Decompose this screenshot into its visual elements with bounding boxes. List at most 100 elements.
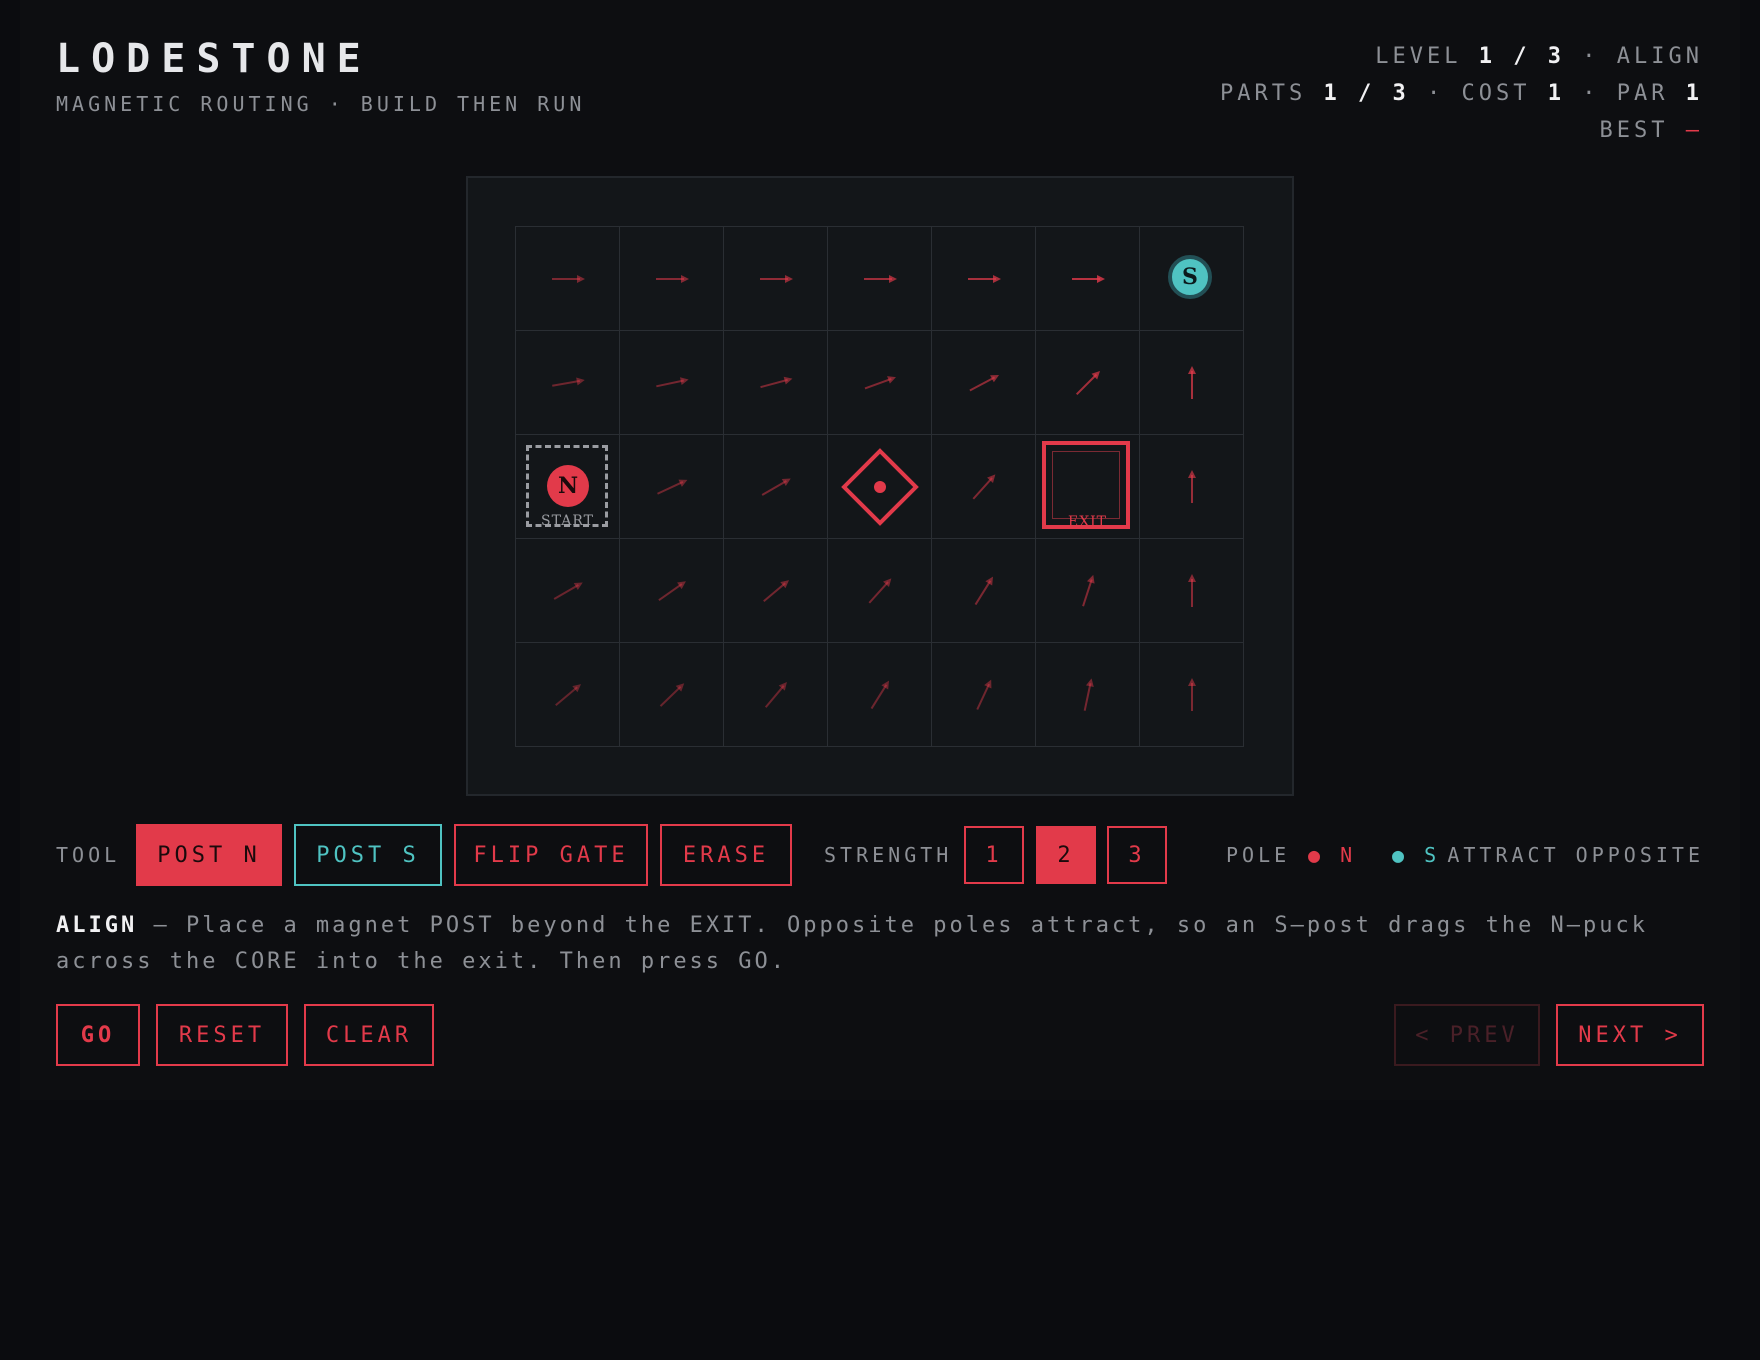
action-row: GO RESET CLEAR < PREV NEXT >: [56, 1004, 1704, 1066]
par-label: PAR: [1616, 81, 1669, 106]
field-arrow-icon: [1075, 370, 1101, 396]
strength-1-button[interactable]: 1: [964, 826, 1024, 884]
board-cell[interactable]: [620, 227, 724, 331]
level-description: ALIGN — Place a magnet POST beyond the E…: [56, 908, 1716, 980]
cost-value: 1: [1547, 81, 1565, 106]
strength-3-button[interactable]: 3: [1107, 826, 1167, 884]
field-arrow-icon: [1188, 574, 1196, 607]
board-cell[interactable]: [724, 643, 828, 747]
go-button[interactable]: GO: [56, 1004, 140, 1066]
field-arrow-icon: [761, 478, 791, 496]
erase-button[interactable]: ERASE: [660, 824, 792, 886]
core-icon: [841, 448, 919, 526]
board-cell[interactable]: [932, 643, 1036, 747]
start-label: START: [541, 513, 594, 529]
board-cell[interactable]: [620, 643, 724, 747]
board-cell[interactable]: [516, 227, 620, 331]
board-cell[interactable]: [828, 539, 932, 643]
board-cell[interactable]: [516, 331, 620, 435]
board-cell[interactable]: [1140, 331, 1244, 435]
cost-label: COST: [1461, 81, 1531, 106]
field-arrow-icon: [552, 275, 585, 283]
n-puck: N: [547, 465, 589, 507]
field-arrow-icon: [760, 376, 793, 389]
field-arrow-icon: [864, 376, 896, 390]
best-line: BEST —: [1220, 112, 1703, 149]
board-cell[interactable]: [1140, 435, 1244, 539]
board-cell[interactable]: [620, 539, 724, 643]
game-title: LODESTONE: [56, 36, 372, 82]
stats-panel: LEVEL 1 / 3 · ALIGN PARTS 1 / 3 · COST 1…: [1220, 38, 1703, 149]
pole-n-legend: ● N: [1308, 824, 1356, 886]
board-cell[interactable]: [724, 227, 828, 331]
rule-label: ATTRACT OPPOSITE: [1447, 843, 1704, 867]
level-label: LEVEL: [1375, 44, 1462, 69]
pole-s-legend: ● S: [1392, 824, 1440, 886]
field-arrow-icon: [972, 474, 996, 500]
field-arrow-icon: [969, 375, 1000, 392]
exit-label: EXIT: [1067, 514, 1108, 530]
field-arrow-icon: [974, 576, 994, 606]
field-arrow-icon: [1188, 366, 1196, 399]
strength-label: STRENGTH: [824, 843, 953, 867]
board-cell[interactable]: [932, 227, 1036, 331]
field-arrow-icon: [1188, 678, 1196, 711]
best-label: BEST: [1599, 118, 1669, 143]
field-arrow-icon: [1188, 470, 1196, 503]
best-value: —: [1685, 118, 1703, 143]
board-cell[interactable]: S: [1140, 227, 1244, 331]
field-arrow-icon: [976, 679, 992, 710]
board-cell[interactable]: [724, 539, 828, 643]
post-n-button[interactable]: POST N: [136, 824, 282, 886]
clear-button[interactable]: CLEAR: [304, 1004, 434, 1066]
reset-button[interactable]: RESET: [156, 1004, 288, 1066]
field-arrow-icon: [864, 275, 897, 283]
par-value: 1: [1685, 81, 1703, 106]
pole-s-dot-icon: ●: [1392, 843, 1409, 867]
field-arrow-icon: [870, 680, 890, 710]
board-cell[interactable]: [1140, 643, 1244, 747]
board-cell[interactable]: N START: [516, 435, 620, 539]
board-cell[interactable]: EXIT: [1036, 435, 1140, 539]
field-arrow-icon: [658, 581, 686, 601]
field-arrow-icon: [659, 683, 685, 707]
board-grid[interactable]: S N START EXIT: [515, 226, 1244, 747]
field-arrow-icon: [763, 580, 790, 603]
parts-line: PARTS 1 / 3 · COST 1 · PAR 1: [1220, 81, 1703, 106]
board-cell[interactable]: [1036, 331, 1140, 435]
field-arrow-icon: [657, 479, 688, 495]
board-cell[interactable]: [1036, 643, 1140, 747]
board-cell[interactable]: [828, 331, 932, 435]
board-cell[interactable]: [932, 331, 1036, 435]
pole-n-label: N: [1340, 843, 1357, 867]
board-cell[interactable]: [620, 331, 724, 435]
toolbar: TOOL POST N POST S FLIP GATE ERASE STREN…: [56, 824, 1704, 886]
board-cell[interactable]: [1036, 539, 1140, 643]
field-arrow-icon: [1072, 275, 1105, 283]
prev-button[interactable]: < PREV: [1394, 1004, 1540, 1066]
parts-value: 1 / 3: [1323, 81, 1410, 106]
exit-inner-frame: [1052, 451, 1120, 519]
post-s-button[interactable]: POST S: [294, 824, 442, 886]
board-cell[interactable]: [724, 435, 828, 539]
s-post-magnet[interactable]: S: [1168, 255, 1212, 299]
board-cell[interactable]: [828, 435, 932, 539]
board-cell[interactable]: [932, 435, 1036, 539]
board-cell[interactable]: [1140, 539, 1244, 643]
level-line: LEVEL 1 / 3 · ALIGN: [1375, 44, 1703, 69]
next-button[interactable]: NEXT >: [1556, 1004, 1704, 1066]
board-cell[interactable]: [932, 539, 1036, 643]
flip-gate-button[interactable]: FLIP GATE: [454, 824, 648, 886]
board-cell[interactable]: [828, 227, 932, 331]
board-cell[interactable]: [828, 643, 932, 747]
board-cell[interactable]: [724, 331, 828, 435]
field-arrow-icon: [968, 275, 1001, 283]
parts-label: PARTS: [1220, 81, 1307, 106]
board-cell[interactable]: [516, 539, 620, 643]
strength-2-button[interactable]: 2: [1036, 826, 1096, 884]
board-cell[interactable]: [516, 643, 620, 747]
field-arrow-icon: [555, 684, 582, 707]
board-cell[interactable]: [1036, 227, 1140, 331]
field-arrow-icon: [1083, 678, 1094, 711]
board-cell[interactable]: [620, 435, 724, 539]
